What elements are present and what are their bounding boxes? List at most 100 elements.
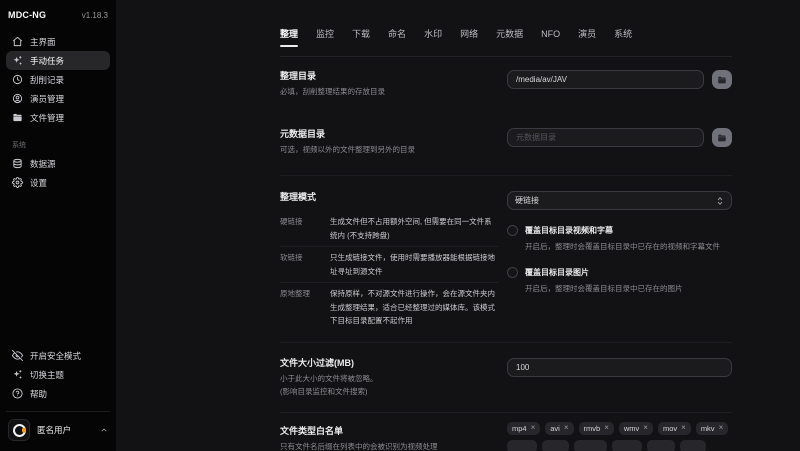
sidebar-bottom: 开启安全模式 切换主题 帮助 匿名用户 <box>6 346 110 443</box>
sidebar-item-safe-mode[interactable]: 开启安全模式 <box>6 346 110 365</box>
file-type-whitelist-section: 文件类型白名单 只有文件名后缀在列表中的会被识别为视频处理 mp4× avi× … <box>280 412 732 451</box>
selected-mode-value: 硬链接 <box>515 195 539 206</box>
organize-dir-input[interactable] <box>507 70 704 89</box>
sidebar-item-label: 手动任务 <box>30 55 64 67</box>
mode-row-hardlink: 硬链接 生成文件但不占用额外空间, 但需要在同一文件系统内 (不支持跨盘) <box>280 211 498 247</box>
metadata-dir-browse-button[interactable] <box>712 128 732 147</box>
overwrite-image-checkbox[interactable] <box>507 267 518 278</box>
help-circle-icon <box>12 388 23 399</box>
sidebar-item-settings[interactable]: 设置 <box>6 173 110 192</box>
folder-icon <box>12 112 23 123</box>
tag-label: wmv <box>624 424 639 433</box>
tag-wmv: wmv × <box>619 422 653 435</box>
tag-rmvb: rmvb× <box>579 422 614 435</box>
tag-partial[interactable] <box>507 440 537 451</box>
overwrite-image-toggle-group: 覆盖目标目录图片 开启后，整理时会覆盖目标目录中已存在的图片 <box>507 267 732 294</box>
tag-partial[interactable] <box>680 440 706 451</box>
tag-remove-icon[interactable]: × <box>564 424 569 432</box>
app-logo <box>13 424 26 437</box>
app-version: v1.18.3 <box>82 11 108 20</box>
size-filter-input[interactable] <box>507 358 732 377</box>
tab-naming[interactable]: 命名 <box>388 28 406 40</box>
gear-icon <box>12 177 23 188</box>
tag-mp4: mp4 × <box>507 422 540 435</box>
mode-description-list: 硬链接 生成文件但不占用额外空间, 但需要在同一文件系统内 (不支持跨盘) 软链… <box>280 211 498 332</box>
sidebar-item-home[interactable]: 主界面 <box>6 32 110 51</box>
metadata-dir-desc: 可选，视频以外的文件整理到另外的目录 <box>280 144 498 155</box>
sidebar-item-switch-theme[interactable]: 切换主题 <box>6 365 110 384</box>
overwrite-video-desc: 开启后，整理时会覆盖目标目录中已存在的视频和字幕文件 <box>525 241 720 252</box>
mode-desc: 只生成链接文件，使用时需要播放器能根据链接地址寻址到源文件 <box>330 251 498 278</box>
whitelist-desc: 只有文件名后缀在列表中的会被识别为视频处理 <box>280 441 498 451</box>
tag-mov: mov× <box>658 422 691 435</box>
tag-partial[interactable] <box>542 440 569 451</box>
sidebar-item-label: 开启安全模式 <box>30 350 81 362</box>
overwrite-image-desc: 开启后，整理时会覆盖目标目录中已存在的图片 <box>525 283 683 294</box>
organize-dir-desc: 必填，刮削整理结果的存放目录 <box>280 86 498 97</box>
size-filter-title: 文件大小过滤(MB) <box>280 357 498 369</box>
user-name: 匿名用户 <box>37 424 71 436</box>
sidebar-item-help[interactable]: 帮助 <box>6 384 110 403</box>
tag-remove-icon[interactable]: × <box>681 424 686 432</box>
tab-system[interactable]: 系统 <box>614 28 632 40</box>
main-content: 整理 监控 下载 命名 水印 网络 元数据 NFO 演员 系统 整理目录 必填，… <box>116 0 800 451</box>
tab-metadata[interactable]: 元数据 <box>496 28 523 40</box>
metadata-dir-input[interactable] <box>507 128 704 147</box>
tab-nfo[interactable]: NFO <box>541 28 560 40</box>
tag-remove-icon[interactable]: × <box>531 424 536 432</box>
sidebar-item-manual-task[interactable]: 手动任务 <box>6 51 110 70</box>
tag-partial[interactable] <box>647 440 675 451</box>
sidebar-item-label: 文件管理 <box>30 112 64 124</box>
tab-organize[interactable]: 整理 <box>280 28 298 40</box>
app-title: MDC-NG <box>8 10 46 20</box>
mode-term: 软链接 <box>280 251 318 278</box>
size-filter-desc-2: (影响目录监控和文件搜索) <box>280 386 498 397</box>
organize-mode-title: 整理模式 <box>280 191 498 203</box>
user-menu[interactable]: 匿名用户 <box>6 412 110 443</box>
organize-dir-browse-button[interactable] <box>712 70 732 89</box>
tab-network[interactable]: 网络 <box>460 28 478 40</box>
mode-row-symlink: 软链接 只生成链接文件，使用时需要播放器能根据链接地址寻址到源文件 <box>280 247 498 283</box>
avatar <box>8 419 30 441</box>
mode-term: 原地整理 <box>280 287 318 328</box>
sidebar-section-system: 系统 <box>12 140 104 150</box>
mode-desc: 生成文件但不占用额外空间, 但需要在同一文件系统内 (不支持跨盘) <box>330 215 498 242</box>
overwrite-video-toggle-group: 覆盖目标目录视频和字幕 开启后，整理时会覆盖目标目录中已存在的视频和字幕文件 <box>507 225 732 252</box>
tag-label: mkv <box>701 424 715 433</box>
sidebar-item-label: 演员管理 <box>30 93 64 105</box>
sidebar-item-data-source[interactable]: 数据源 <box>6 154 110 173</box>
tag-mkv: mkv × <box>696 422 728 435</box>
home-icon <box>12 36 23 47</box>
tab-watermark[interactable]: 水印 <box>424 28 442 40</box>
sidebar-item-file-management[interactable]: 文件管理 <box>6 108 110 127</box>
tag-remove-icon[interactable]: × <box>719 424 724 432</box>
overwrite-video-label: 覆盖目标目录视频和字幕 <box>525 225 720 237</box>
tag-label: rmvb <box>584 424 601 433</box>
settings-tabbar: 整理 监控 下载 命名 水印 网络 元数据 NFO 演员 系统 <box>280 28 732 57</box>
overwrite-video-checkbox[interactable] <box>507 225 518 236</box>
size-filter-section: 文件大小过滤(MB) 小于此大小的文件将被忽略。 (影响目录监控和文件搜索) <box>280 342 732 397</box>
folder-icon <box>717 133 727 143</box>
tag-label: avi <box>550 424 560 433</box>
tab-monitor[interactable]: 监控 <box>316 28 334 40</box>
tab-actor[interactable]: 演员 <box>578 28 596 40</box>
tag-label: mp4 <box>512 424 527 433</box>
user-icon <box>12 93 23 104</box>
app-header: MDC-NG v1.18.3 <box>6 8 110 20</box>
tag-remove-icon[interactable]: × <box>604 424 609 432</box>
sidebar-item-scrape-history[interactable]: 刮削记录 <box>6 70 110 89</box>
clock-icon <box>12 74 23 85</box>
metadata-dir-title: 元数据目录 <box>280 128 498 140</box>
tab-download[interactable]: 下载 <box>352 28 370 40</box>
organize-mode-select[interactable]: 硬链接 <box>507 191 732 210</box>
sidebar-item-label: 设置 <box>30 177 47 189</box>
mode-desc: 保持原样，不对源文件进行操作，会在源文件夹内生成整理结果，适合已经整理过的媒体库… <box>330 287 498 328</box>
tag-remove-icon[interactable]: × <box>643 424 648 432</box>
tag-partial[interactable] <box>574 440 607 451</box>
tag-partial[interactable] <box>612 440 642 451</box>
sidebar-item-actor-management[interactable]: 演员管理 <box>6 89 110 108</box>
metadata-dir-row: 元数据目录 可选，视频以外的文件整理到另外的目录 <box>280 128 732 155</box>
sidebar-item-label: 刮削记录 <box>30 74 64 86</box>
sidebar-item-label: 帮助 <box>30 388 47 400</box>
whitelist-title: 文件类型白名单 <box>280 425 498 437</box>
